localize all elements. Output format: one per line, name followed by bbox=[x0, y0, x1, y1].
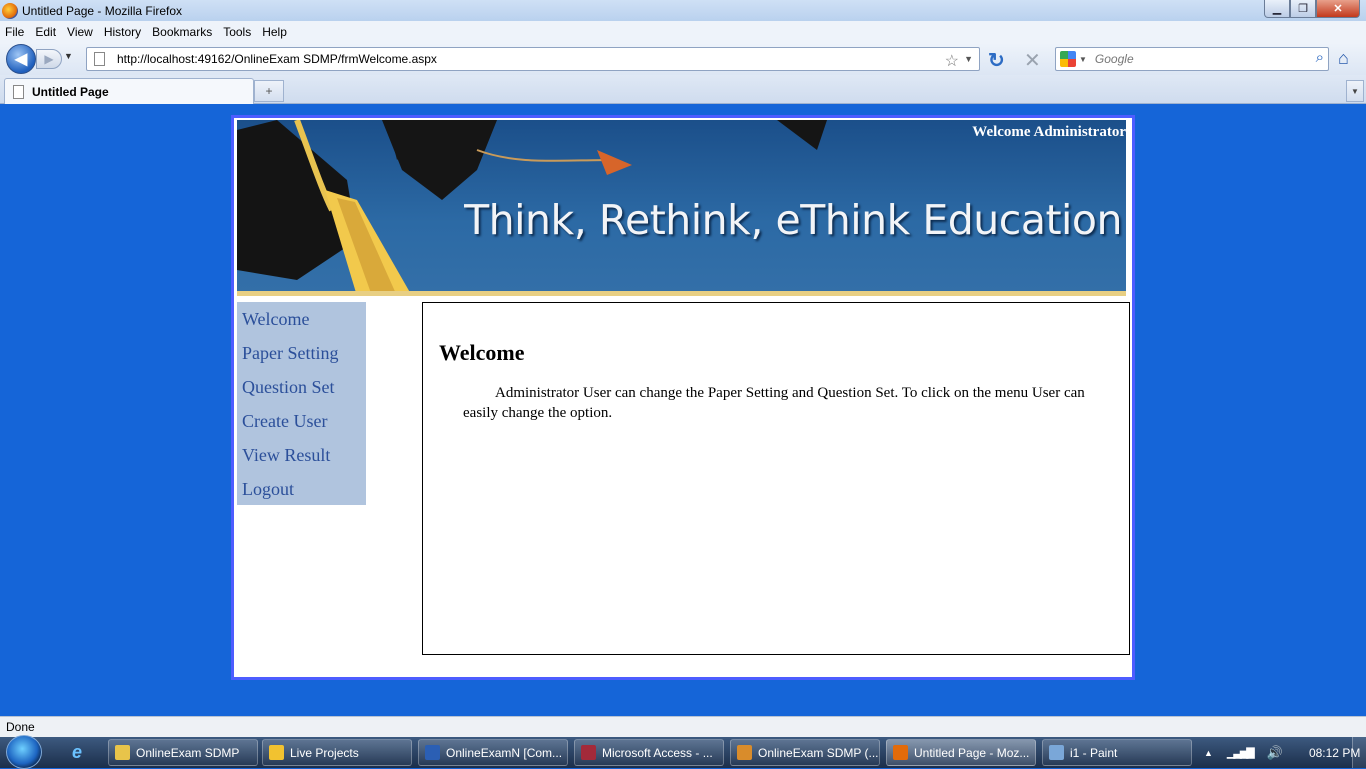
window-title-bar: Untitled Page - Mozilla Firefox ▁ ❐ ✕ bbox=[0, 0, 1366, 21]
home-icon[interactable]: ⌂ bbox=[1338, 48, 1349, 69]
maximize-button[interactable]: ❐ bbox=[1290, 0, 1316, 18]
taskbar-item-label: OnlineExam SDMP bbox=[136, 745, 240, 760]
access-icon bbox=[581, 745, 596, 760]
url-dropdown-icon[interactable]: ▼ bbox=[964, 54, 973, 64]
back-arrow-icon: ◀ bbox=[14, 51, 28, 68]
forward-arrow-icon: ▶ bbox=[44, 52, 54, 66]
minimize-button[interactable]: ▁ bbox=[1264, 0, 1290, 18]
taskbar-item-label: Live Projects bbox=[290, 745, 359, 760]
page-viewport: Welcome Administrator Think, Rethink, eT… bbox=[0, 105, 1366, 716]
folder-icon bbox=[115, 745, 130, 760]
bookmark-star-icon[interactable]: ☆ bbox=[945, 51, 959, 71]
sidebar-item-logout[interactable]: Logout bbox=[237, 477, 366, 511]
word-icon bbox=[425, 745, 440, 760]
show-desktop-button[interactable] bbox=[1352, 737, 1366, 768]
taskbar-item-label: OnlineExamN [Com... bbox=[446, 745, 563, 760]
taskbar-item-word-document[interactable]: OnlineExamN [Com... bbox=[418, 739, 568, 766]
new-tab-button[interactable]: + bbox=[254, 80, 284, 102]
tab-untitled-page[interactable]: Untitled Page bbox=[4, 78, 254, 104]
menu-history[interactable]: History bbox=[104, 25, 141, 39]
tab-bar: Untitled Page + ▼ bbox=[0, 75, 1366, 104]
star-folder-icon bbox=[269, 745, 284, 760]
list-all-tabs-button[interactable]: ▼ bbox=[1346, 80, 1364, 102]
sidebar-item-paper-setting[interactable]: Paper Setting bbox=[237, 341, 366, 375]
sidebar-item-question-set[interactable]: Question Set bbox=[237, 375, 366, 409]
status-text: Done bbox=[6, 720, 35, 734]
firefox-icon[interactable] bbox=[2, 2, 18, 19]
menu-file[interactable]: File bbox=[5, 25, 24, 39]
taskbar-item-onlineexam-sdmp-folder[interactable]: OnlineExam SDMP bbox=[108, 739, 258, 766]
google-icon[interactable] bbox=[1060, 51, 1076, 67]
network-icon[interactable]: ▁▃▅▇ bbox=[1227, 746, 1255, 759]
address-bar[interactable]: http://localhost:49162/OnlineExam SDMP/f… bbox=[86, 47, 980, 71]
search-icon[interactable]: ⌕ bbox=[1316, 49, 1324, 66]
status-bar: Done bbox=[0, 716, 1366, 737]
page-icon bbox=[94, 52, 105, 66]
menu-help[interactable]: Help bbox=[262, 25, 287, 39]
sidebar-item-view-result[interactable]: View Result bbox=[237, 443, 366, 477]
search-bar[interactable]: ▼ Google ⌕ bbox=[1055, 47, 1329, 71]
welcome-administrator-label: Welcome Administrator bbox=[972, 124, 1126, 140]
document-icon bbox=[13, 84, 24, 99]
taskbar: e OnlineExam SDMP Live Projects OnlineEx… bbox=[0, 735, 1366, 769]
search-engine-dropdown-icon[interactable]: ▼ bbox=[1079, 55, 1087, 64]
sidebar-menu: Welcome Paper Setting Question Set Creat… bbox=[237, 302, 366, 505]
firefox-icon bbox=[893, 745, 908, 760]
taskbar-item-label: Untitled Page - Moz... bbox=[914, 745, 1030, 760]
system-tray: ▲ ▁▃▅▇ 🔊 08:12 PM bbox=[1198, 737, 1360, 768]
taskbar-item-visual-studio[interactable]: OnlineExam SDMP (... bbox=[730, 739, 880, 766]
history-dropdown-icon[interactable]: ▼ bbox=[64, 51, 73, 61]
taskbar-item-microsoft-access[interactable]: Microsoft Access - ... bbox=[574, 739, 724, 766]
window-title: Untitled Page - Mozilla Firefox bbox=[22, 3, 183, 18]
plus-icon: + bbox=[265, 84, 273, 98]
window-controls: ▁ ❐ ✕ bbox=[1264, 0, 1360, 18]
navigation-toolbar: ◀ ▶ ▼ http://localhost:49162/OnlineExam … bbox=[0, 43, 1366, 75]
taskbar-item-label: Microsoft Access - ... bbox=[602, 745, 713, 760]
menu-bookmarks[interactable]: Bookmarks bbox=[152, 25, 212, 39]
url-text[interactable]: http://localhost:49162/OnlineExam SDMP/f… bbox=[117, 52, 437, 66]
close-button[interactable]: ✕ bbox=[1316, 0, 1360, 18]
taskbar-item-live-projects[interactable]: Live Projects bbox=[262, 739, 412, 766]
menu-view[interactable]: View bbox=[67, 25, 93, 39]
search-placeholder[interactable]: Google bbox=[1095, 52, 1134, 66]
show-hidden-icons-icon[interactable]: ▲ bbox=[1204, 748, 1213, 758]
content-panel: Welcome Administrator User can change th… bbox=[422, 302, 1130, 655]
internet-explorer-icon[interactable]: e bbox=[72, 742, 82, 763]
taskbar-item-label: i1 - Paint bbox=[1070, 745, 1118, 760]
banner-headline: Think, Rethink, eThink Education bbox=[464, 196, 1122, 244]
menu-edit[interactable]: Edit bbox=[35, 25, 56, 39]
tab-label: Untitled Page bbox=[32, 84, 109, 99]
visual-studio-icon bbox=[737, 745, 752, 760]
taskbar-item-paint[interactable]: i1 - Paint bbox=[1042, 739, 1192, 766]
start-button[interactable] bbox=[6, 735, 42, 769]
back-button[interactable]: ◀ bbox=[6, 44, 36, 74]
page-title: Welcome bbox=[439, 340, 525, 365]
page-container: Welcome Administrator Think, Rethink, eT… bbox=[231, 115, 1135, 680]
sidebar-item-welcome[interactable]: Welcome bbox=[237, 307, 366, 341]
paint-icon bbox=[1049, 745, 1064, 760]
menu-bar: File Edit View History Bookmarks Tools H… bbox=[0, 21, 1366, 43]
menu-tools[interactable]: Tools bbox=[223, 25, 251, 39]
stop-icon[interactable]: ✕ bbox=[1024, 48, 1041, 73]
chevron-down-icon: ▼ bbox=[1351, 86, 1359, 96]
taskbar-item-label: OnlineExam SDMP (... bbox=[758, 745, 879, 760]
header-banner: Welcome Administrator Think, Rethink, eT… bbox=[237, 120, 1126, 296]
forward-button[interactable]: ▶ bbox=[36, 49, 62, 69]
sidebar-item-create-user[interactable]: Create User bbox=[237, 409, 366, 443]
welcome-description: Administrator User can change the Paper … bbox=[463, 385, 1085, 421]
volume-icon[interactable]: 🔊 bbox=[1267, 745, 1283, 761]
reload-icon[interactable]: ↻ bbox=[988, 48, 1005, 73]
taskbar-item-firefox[interactable]: Untitled Page - Moz... bbox=[886, 739, 1036, 766]
